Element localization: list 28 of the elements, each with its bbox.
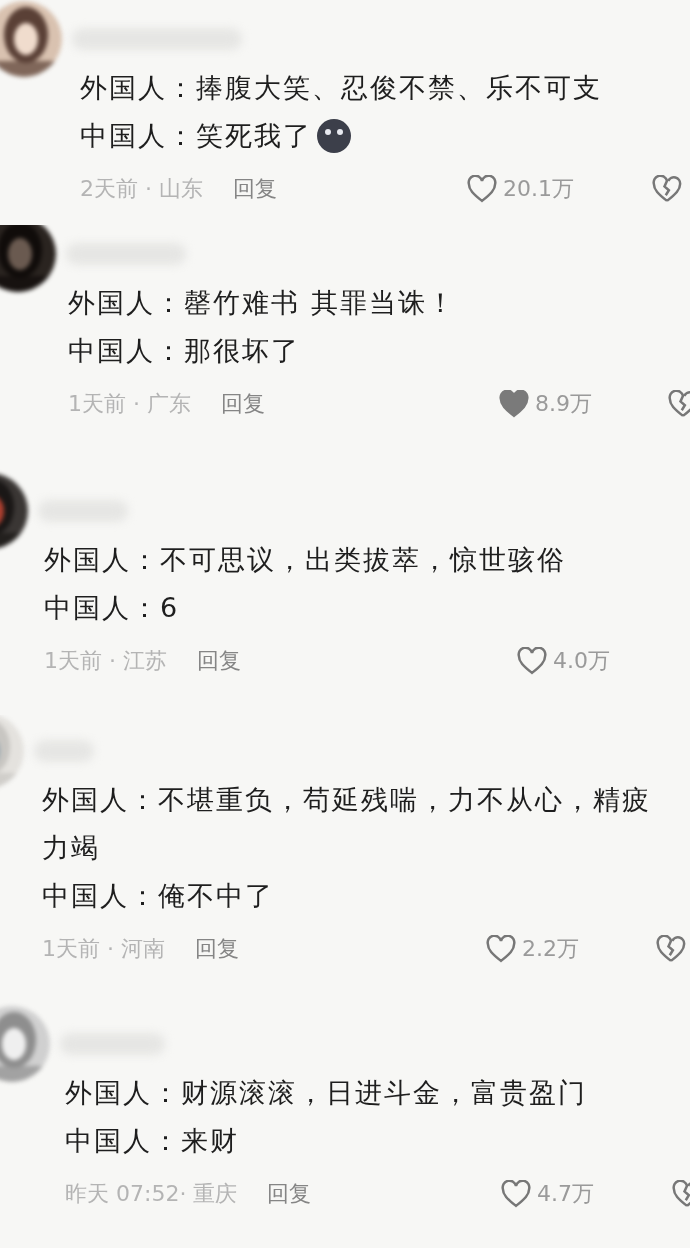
like-button[interactable]: 4.0万 xyxy=(517,646,610,676)
broken-heart-icon[interactable] xyxy=(668,390,690,418)
comment-text: 外国人：不可思议，出类拔萃，惊世骇俗 xyxy=(44,543,567,577)
reply-button[interactable]: 回复 xyxy=(195,934,239,964)
like-button[interactable]: 2.2万 xyxy=(486,934,579,964)
reply-button[interactable]: 回复 xyxy=(267,1179,312,1209)
time-location: 1天前 · 广东 xyxy=(68,390,191,418)
comment-text: 中国人：来财 xyxy=(65,1124,240,1158)
time-location: 2天前 · 山东 xyxy=(80,175,203,203)
reply-button[interactable]: 回复 xyxy=(197,646,241,676)
like-button[interactable]: 8.9万 xyxy=(499,389,592,419)
comment-text: 中国人：俺不中了 xyxy=(42,879,275,913)
time-location: 昨天 07:52· 重庆 xyxy=(65,1180,238,1208)
comment-text: 外国人：捧腹大笑、忍俊不禁、乐不可支 xyxy=(80,71,603,105)
comment-text: 外国人：不堪重负，苟延残喘，力不从心，精疲力竭 xyxy=(42,783,652,865)
reply-button[interactable]: 回复 xyxy=(221,389,265,419)
time-location: 1天前 · 江苏 xyxy=(44,647,167,675)
time-location: 1天前 · 河南 xyxy=(42,935,165,963)
like-button[interactable]: 20.1万 xyxy=(467,174,574,204)
reply-button[interactable]: 回复 xyxy=(233,174,277,204)
comment-text: 外国人：财源滚滚，日进斗金，富贵盈门 xyxy=(65,1076,588,1110)
comment-text: 中国人：那很坏了 xyxy=(68,334,301,368)
like-button[interactable]: 4.7万 xyxy=(501,1179,594,1209)
comment-text: 中国人：笑死我了 xyxy=(80,119,312,153)
broken-heart-icon[interactable] xyxy=(656,935,686,963)
comment-text: 外国人：罄竹难书 其罪当诛！ xyxy=(68,286,457,320)
broken-heart-icon[interactable] xyxy=(652,175,682,203)
comment-text: 中国人：6 xyxy=(44,591,181,625)
